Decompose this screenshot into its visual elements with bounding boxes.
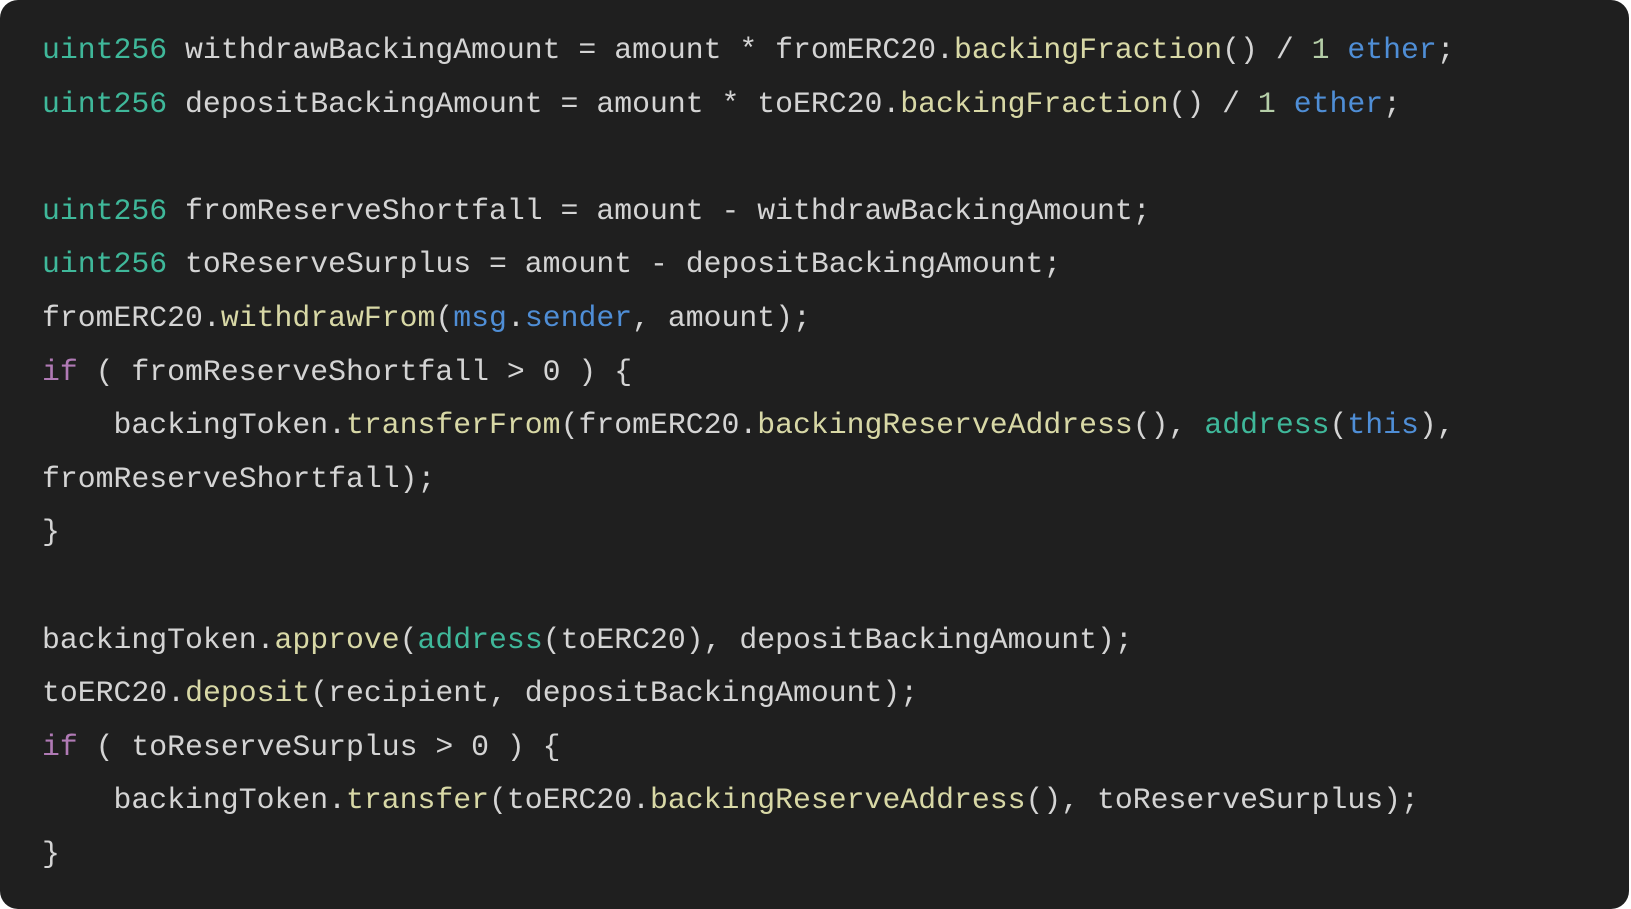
keyword-token: this — [1347, 408, 1419, 443]
code-text: (), toReserveSurplus); — [1025, 783, 1419, 818]
code-text: ( — [399, 622, 418, 657]
code-text: (recipient, depositBackingAmount); — [310, 676, 919, 711]
control-keyword-token: if — [42, 354, 78, 389]
code-line: } — [42, 506, 1629, 560]
code-text: () / — [1222, 33, 1312, 67]
code-line: backingToken.transferFrom(fromERC20.back… — [42, 399, 1629, 453]
code-text: fromReserveShortfall); — [42, 461, 436, 496]
code-line: if ( toReserveSurplus > 0 ) { — [42, 721, 1629, 775]
type-token: uint256 — [42, 33, 168, 67]
code-text: ( — [1329, 408, 1348, 443]
function-token: approve — [274, 622, 400, 657]
code-text: () / — [1168, 86, 1258, 121]
function-token: deposit — [185, 676, 311, 711]
code-line: uint256 fromReserveShortfall = amount - … — [42, 185, 1629, 239]
code-text: fromERC20. — [42, 300, 221, 335]
code-line: uint256 toReserveSurplus = amount - depo… — [42, 238, 1629, 292]
code-text: toERC20. — [42, 676, 186, 711]
code-text: . — [506, 300, 525, 335]
code-line: backingToken.transfer(toERC20.backingRes… — [42, 774, 1629, 828]
code-text: ( toReserveSurplus > 0 ) { — [77, 729, 561, 764]
code-text: withdrawBackingAmount = amount * fromERC… — [167, 33, 954, 67]
code-text: } — [42, 836, 60, 871]
code-line: fromERC20.withdrawFrom(msg.sender, amoun… — [42, 292, 1629, 346]
code-text: (), — [1132, 408, 1205, 443]
keyword-token: sender — [524, 300, 633, 335]
code-line: if ( fromReserveShortfall > 0 ) { — [42, 346, 1629, 400]
code-line: uint256 depositBackingAmount = amount * … — [42, 78, 1629, 132]
code-text: depositBackingAmount = amount * toERC20. — [167, 86, 901, 121]
function-token: backingFraction — [900, 86, 1169, 121]
code-line: backingToken.approve(address(toERC20), d… — [42, 614, 1629, 668]
code-text: ; — [1383, 86, 1401, 121]
keyword-token: msg — [453, 300, 507, 335]
code-text: } — [42, 515, 60, 550]
code-block: uint256 withdrawBackingAmount = amount *… — [0, 0, 1629, 909]
code-text: ( fromReserveShortfall > 0 ) { — [77, 354, 633, 389]
code-text: backingToken. — [42, 622, 275, 657]
control-keyword-token: if — [42, 729, 78, 764]
code-text: toReserveSurplus = amount - depositBacki… — [167, 247, 1062, 282]
code-text: (toERC20. — [489, 783, 650, 818]
code-text: ; — [1436, 33, 1455, 67]
type-token: uint256 — [42, 86, 168, 121]
code-text: backingToken. — [42, 408, 346, 443]
keyword-token: ether — [1347, 33, 1437, 67]
code-line: fromReserveShortfall); — [42, 453, 1629, 507]
code-text: backingToken. — [42, 783, 346, 818]
code-text: fromReserveShortfall = amount - withdraw… — [167, 193, 1151, 228]
keyword-token: ether — [1293, 86, 1384, 121]
type-token: uint256 — [42, 247, 168, 282]
type-token: uint256 — [42, 193, 168, 228]
number-token: 1 — [1311, 33, 1330, 67]
code-line: toERC20.deposit(recipient, depositBackin… — [42, 667, 1629, 721]
code-text: (toERC20), depositBackingAmount); — [542, 622, 1133, 657]
type-token: address — [417, 622, 543, 657]
function-token: transferFrom — [345, 408, 561, 443]
number-token: 1 — [1257, 86, 1276, 121]
function-token: backingReserveAddress — [649, 783, 1026, 818]
code-text: ( — [435, 300, 454, 335]
function-token: backingReserveAddress — [757, 408, 1133, 443]
code-text: ), — [1418, 408, 1455, 443]
code-text: , amount); — [632, 300, 811, 335]
type-token: address — [1204, 408, 1330, 443]
function-token: backingFraction — [953, 33, 1223, 67]
code-line: } — [42, 828, 1629, 882]
function-token: withdrawFrom — [220, 300, 436, 335]
code-text: (fromERC20. — [560, 408, 758, 443]
code-line: uint256 withdrawBackingAmount = amount *… — [42, 24, 1629, 78]
function-token: transfer — [345, 783, 490, 818]
